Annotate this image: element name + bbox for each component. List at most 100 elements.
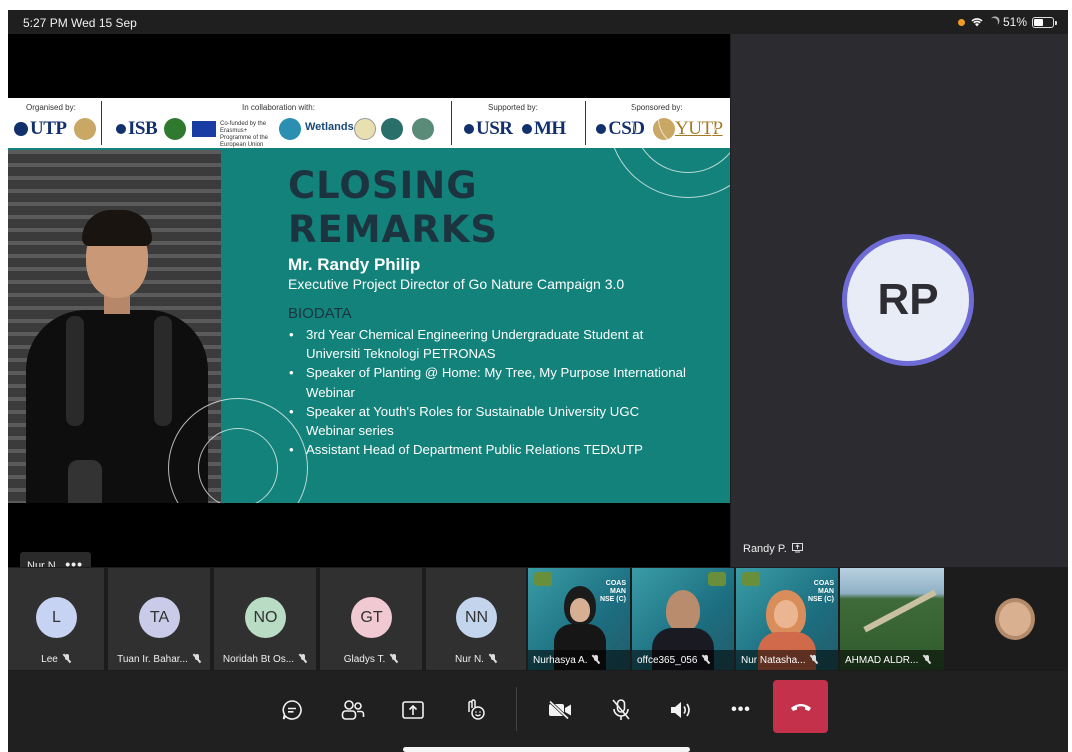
- participant-name: Nurhasya A.: [528, 650, 630, 670]
- photo-bottle: [68, 460, 102, 503]
- slide-text-block: CLOSING REMARKS Mr. Randy Philip Executi…: [288, 164, 688, 460]
- participant-name: AHMAD ALDR...: [840, 650, 944, 670]
- participant-tile[interactable]: L Lee: [8, 568, 104, 670]
- participant-name: Nur Natasha...: [736, 650, 838, 670]
- battery-percent: 51%: [1002, 15, 1027, 29]
- camera-off-icon: [548, 700, 571, 720]
- csd-dot-icon: [596, 124, 606, 134]
- strip-divider: [101, 101, 102, 145]
- photo-hair: [82, 210, 152, 246]
- leaf-logo-icon: [164, 118, 186, 140]
- participant-name-text: Gladys T.: [343, 654, 386, 665]
- video-face: [774, 600, 798, 628]
- utp-logo-icon: [14, 122, 28, 136]
- more-actions-button[interactable]: •••: [720, 689, 762, 731]
- globe-logo-icon: [412, 118, 434, 140]
- participant-name-text: Nurhasya A.: [533, 655, 588, 666]
- mic-muted-icon: [299, 654, 307, 663]
- participant-name-text: Tuan Ir. Bahar...: [117, 654, 188, 665]
- reactions-button[interactable]: [454, 689, 496, 731]
- self-view-avatar[interactable]: [995, 598, 1035, 640]
- participant-name-text: offce365_056: [637, 655, 698, 666]
- shared-content-stage: Organised by: In collaboration with: Sup…: [8, 34, 730, 580]
- mic-off-icon: [612, 699, 630, 720]
- avatar: NN: [456, 597, 497, 638]
- share-button[interactable]: [392, 689, 434, 731]
- mic-muted-icon: [592, 655, 600, 664]
- participant-video-tile[interactable]: AHMAD ALDR...: [840, 568, 944, 670]
- event-logo-icon: [742, 572, 760, 586]
- focus-moon-icon: [988, 16, 1000, 28]
- participant-name: Nur N.: [426, 654, 526, 665]
- participant-name: Randy P.: [743, 543, 803, 555]
- avatar-initials: TA: [149, 608, 170, 626]
- camera-toggle-button[interactable]: [539, 689, 581, 731]
- supported-by-label: Supported by:: [488, 103, 538, 112]
- shared-slide: Organised by: In collaboration with: Sup…: [8, 98, 730, 503]
- participant-video-tile[interactable]: COAS MAN NSE (C) Nur Natasha...: [736, 568, 838, 670]
- teams-meeting-screen: 5:27 PM Wed 15 Sep 51% Organised by: In …: [8, 10, 1068, 752]
- biodata-heading: BIODATA: [288, 305, 352, 322]
- chat-icon: [282, 700, 302, 720]
- utp-logo-text: UTP: [30, 118, 67, 139]
- participant-tile-randy[interactable]: RP Randy P.: [731, 34, 1068, 567]
- avatar: GT: [351, 597, 392, 638]
- fish-logo-icon: [381, 118, 403, 140]
- home-indicator[interactable]: [403, 747, 690, 752]
- status-bar: 5:27 PM Wed 15 Sep 51%: [8, 10, 1068, 34]
- biodata-list: 3rd Year Chemical Engineering Undergradu…: [288, 325, 688, 460]
- mic-muted-icon: [193, 654, 201, 663]
- wetlands-logo-text: Wetlands: [305, 121, 354, 133]
- share-tray-icon: [402, 701, 424, 719]
- mic-in-use-indicator-icon: [957, 18, 965, 26]
- strip-divider: [451, 101, 452, 145]
- participant-video-tile[interactable]: offce365_056: [632, 568, 734, 670]
- participant-gallery: L Lee TA Tuan Ir. Bahar... NO Noridah Bt…: [8, 567, 1068, 671]
- hang-up-icon: [790, 703, 811, 711]
- mic-muted-icon: [390, 654, 398, 663]
- participant-tile[interactable]: NN Nur N.: [426, 568, 526, 670]
- participant-tile[interactable]: TA Tuan Ir. Bahar...: [108, 568, 210, 670]
- usr-logo-text: USR: [476, 118, 513, 139]
- speaker-name: Mr. Randy Philip: [288, 255, 421, 274]
- hang-up-button[interactable]: [773, 680, 828, 733]
- mh-dot-icon: [522, 124, 532, 134]
- avatar: L: [36, 597, 77, 638]
- participant-tile[interactable]: GT Gladys T.: [320, 568, 422, 670]
- avatar-initials: GT: [360, 608, 383, 626]
- participant-name: Tuan Ir. Bahar...: [108, 654, 210, 665]
- screen-share-icon: [791, 543, 803, 553]
- status-icons: 51%: [957, 15, 1057, 29]
- slide-title-line2: REMARKS: [288, 208, 499, 251]
- partner-logo-icon: [354, 118, 376, 140]
- mic-toggle-button[interactable]: [600, 689, 642, 731]
- participant-name-text: Nur Natasha...: [741, 655, 806, 666]
- wifi-icon: [971, 18, 983, 27]
- people-icon: [341, 700, 365, 720]
- participant-name-text: AHMAD ALDR...: [845, 655, 919, 666]
- battery-icon: [1032, 16, 1057, 28]
- event-logo-icon: [534, 572, 552, 586]
- video-backdrop-text: COAS MAN NSE (C): [807, 580, 834, 603]
- status-time: 5:27 PM Wed 15 Sep: [23, 16, 137, 30]
- speaker-button[interactable]: [660, 689, 702, 731]
- video-face: [666, 590, 700, 632]
- participant-tile[interactable]: NO Noridah Bt Os...: [214, 568, 316, 670]
- avatar-initials: NO: [253, 608, 278, 626]
- mic-muted-icon: [489, 654, 497, 663]
- speaker-role: Executive Project Director of Go Nature …: [288, 276, 625, 292]
- biodata-item: 3rd Year Chemical Engineering Undergradu…: [288, 325, 688, 363]
- isb-logo-text: ISB: [128, 118, 158, 139]
- video-face: [570, 598, 590, 622]
- avatar-initials: NN: [464, 608, 489, 626]
- participant-name: Lee: [8, 654, 104, 665]
- participants-button[interactable]: [332, 689, 374, 731]
- collab-label: In collaboration with:: [242, 103, 315, 112]
- chat-button[interactable]: [271, 689, 313, 731]
- eu-cofunded-text: Co-funded by the Erasmus+ Programme of t…: [220, 121, 269, 148]
- eu-flag-icon: [192, 121, 216, 137]
- participant-name-text: Randy P.: [743, 543, 787, 555]
- biodata-item: Assistant Head of Department Public Rela…: [288, 440, 688, 459]
- speaker-icon: [671, 702, 690, 718]
- participant-video-tile[interactable]: COAS MAN NSE (C) Nurhasya A.: [528, 568, 630, 670]
